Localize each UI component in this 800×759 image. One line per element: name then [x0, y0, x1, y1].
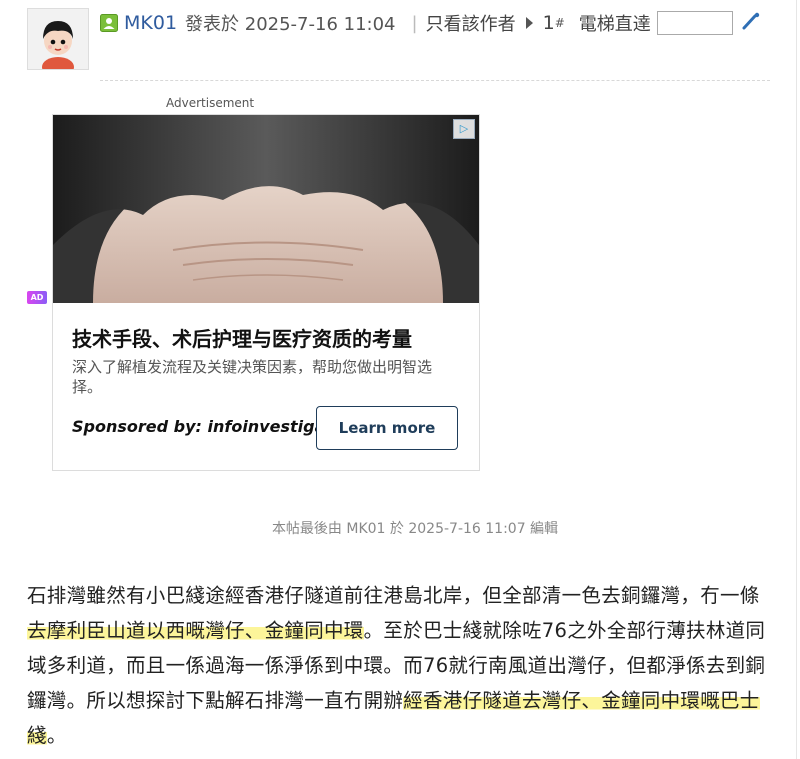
ad-title[interactable]: 技术手段、术后护理与医疗资质的考量 — [72, 323, 467, 352]
edit-note: 本帖最後由 MK01 於 2025-7-16 11:07 編輯 — [271, 521, 559, 537]
author-link[interactable]: MK01 — [124, 12, 177, 34]
post-timestamp: 發表於 2025-7-16 11:04 — [185, 14, 396, 35]
jump-label: 電梯直達 — [578, 14, 651, 35]
ad-sponsor: Sponsored by: infoinvestigator — [72, 417, 352, 436]
header-divider: | — [411, 12, 418, 34]
floor-number[interactable]: 1 — [543, 12, 555, 34]
post-text-segment: 石排灣雖然有小巴綫途經香港仔隧道前往港島北岸，但全部清一色去銅鑼灣，冇一條 — [27, 584, 760, 607]
adchoices-icon[interactable]: ▷ — [453, 119, 475, 139]
floor-suffix: # — [554, 16, 565, 30]
highlighted-text: 去摩利臣山道以西嘅灣仔、金鐘同中環 — [27, 619, 364, 642]
ad-badge: AD — [27, 291, 47, 304]
ad-image[interactable]: ▷ — [53, 115, 479, 303]
only-author-link[interactable]: 只看該作者 — [426, 10, 516, 36]
advertisement-label: Advertisement — [166, 96, 255, 110]
post-header: MK01 發表於 2025-7-16 11:04 | 只看該作者 1 # 電梯直達 — [100, 10, 761, 36]
online-status-icon — [100, 14, 118, 32]
learn-more-button[interactable]: Learn more — [316, 406, 458, 450]
arrow-right-icon — [525, 17, 533, 29]
jump-floor-input[interactable] — [656, 11, 733, 35]
user-avatar[interactable] — [27, 8, 89, 70]
post-content: 石排灣雖然有小巴綫途經香港仔隧道前往港島北岸，但全部清一色去銅鑼灣，冇一條去摩利… — [27, 578, 777, 753]
header-separator — [100, 80, 770, 81]
escalator-icon[interactable] — [741, 11, 761, 36]
post-text-segment: 。 — [46, 724, 67, 747]
page-border — [796, 0, 797, 759]
ad-description: 深入了解植发流程及关键决策因素，帮助您做出明智选择。 — [72, 358, 433, 396]
ad-card[interactable]: ▷ 技术手段、术后护理与医疗资质的考量 深入了解植发流程及关键决策因素，帮助您做… — [52, 114, 480, 471]
avatar-girl-icon — [28, 9, 88, 69]
